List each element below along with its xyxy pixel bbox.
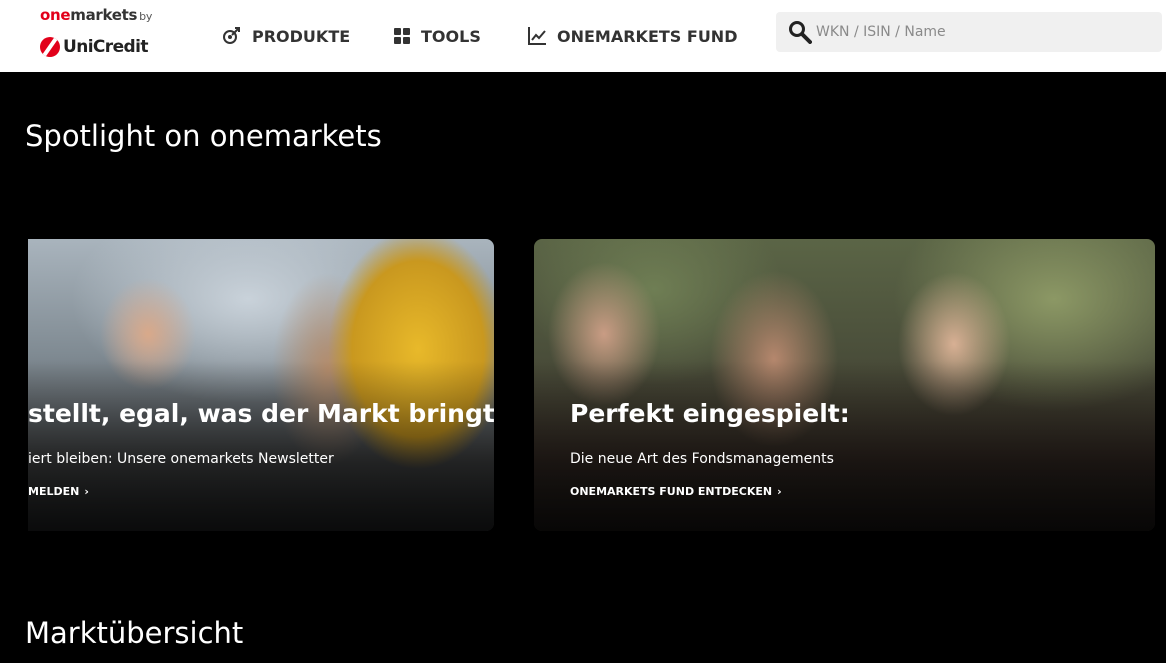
market-overview-title: Marktübersicht (25, 616, 244, 650)
unicredit-wordmark: UniCredit (40, 36, 148, 58)
search-icon[interactable] (788, 20, 812, 44)
site-header: onemarkets by UniCredit PRODUKTE TOOLS ON… (0, 0, 1166, 72)
chevron-right-icon: › (84, 485, 89, 498)
logo-by-text: by (139, 10, 153, 23)
spotlight-card-fund[interactable]: Perfekt eingespielt: Die neue Art des Fo… (534, 239, 1155, 531)
nav-label: TOOLS (421, 26, 481, 46)
card-headline: stellt, egal, was der Markt bringt. (28, 399, 494, 428)
search-box (776, 12, 1162, 52)
card-cta-link[interactable]: ONEMARKETS FUND ENTDECKEN › (570, 485, 782, 498)
chart-line-icon (527, 26, 547, 46)
nav-item-tools[interactable]: TOOLS (393, 0, 481, 72)
logo-one-text: one (40, 6, 71, 24)
nav-label: PRODUKTE (252, 26, 351, 46)
search-input[interactable] (816, 12, 1156, 52)
onemarkets-wordmark: onemarkets by (40, 6, 152, 24)
grid-icon (393, 27, 411, 45)
card-subline: Die neue Art des Fondsmanagements (570, 451, 834, 467)
logo-company-text: UniCredit (63, 37, 148, 57)
card-headline: Perfekt eingespielt: (570, 399, 850, 428)
chevron-right-icon: › (777, 485, 782, 498)
nav-label: ONEMARKETS FUND (557, 26, 738, 46)
nav-item-produkte[interactable]: PRODUKTE (222, 0, 350, 72)
card-subline: iert bleiben: Unsere onemarkets Newslett… (28, 451, 334, 467)
nav-item-onemarkets-fund[interactable]: ONEMARKETS FUND (527, 0, 737, 72)
unicredit-logo-icon (40, 37, 60, 57)
spotlight-title: Spotlight on onemarkets (25, 119, 382, 153)
onemarkets-unicredit-logo[interactable]: onemarkets by UniCredit (40, 6, 160, 62)
card-cta-link[interactable]: MELDEN › (28, 485, 89, 498)
card-cta-label: ONEMARKETS FUND ENTDECKEN (570, 485, 773, 498)
logo-markets-text: markets (70, 6, 138, 24)
spotlight-card-newsletter[interactable]: stellt, egal, was der Markt bringt. iert… (28, 239, 494, 531)
product-icon (222, 26, 242, 46)
card-cta-label: MELDEN (28, 485, 80, 498)
